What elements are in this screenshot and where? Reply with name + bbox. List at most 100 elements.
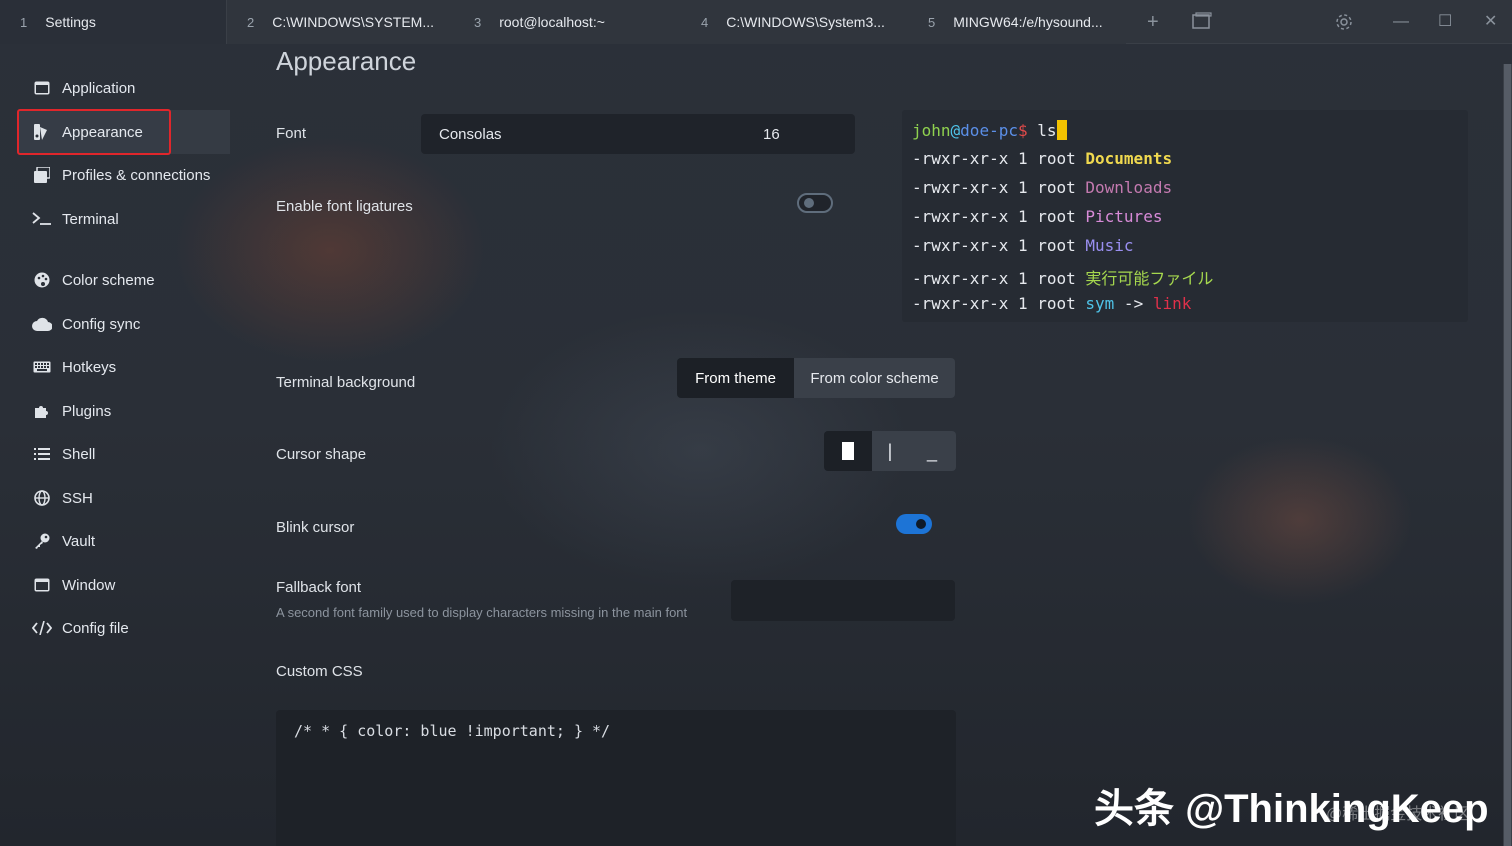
scrollbar-thumb[interactable] <box>1504 64 1511 846</box>
terminal-background-selector: From theme From color scheme <box>677 358 955 398</box>
perm-text: -rwxr-xr-x 1 root <box>912 294 1086 313</box>
terminal-icon <box>32 212 52 226</box>
sidebar-item-color-scheme[interactable]: Color scheme <box>18 258 230 302</box>
appearance-icon <box>32 124 52 140</box>
sidebar-item-appearance[interactable]: Appearance <box>17 109 171 155</box>
prompt-user: john <box>912 121 951 140</box>
cursor-underline-option[interactable]: _ <box>908 431 956 471</box>
tab-label: C:\WINDOWS\SYSTEM... <box>272 14 435 30</box>
new-tab-button[interactable]: + <box>1147 10 1159 34</box>
tab-terminal-5[interactable]: 5 MINGW64:/e/hysound... <box>908 0 1126 44</box>
sidebar-item-label: Hotkeys <box>62 358 117 376</box>
sidebar-item-label: Config sync <box>62 315 141 333</box>
sidebar-item-label: Vault <box>62 532 96 550</box>
perm-text: -rwxr-xr-x 1 root <box>912 149 1086 168</box>
tab-terminal-4[interactable]: 4 C:\WINDOWS\System3... <box>681 0 908 44</box>
sidebar-item-ssh[interactable]: SSH <box>18 476 230 520</box>
perm-text: -rwxr-xr-x 1 root <box>912 269 1086 288</box>
globe-icon <box>32 490 52 506</box>
sidebar-item-hotkeys[interactable]: Hotkeys <box>18 345 230 389</box>
sidebar-item-label: Plugins <box>62 402 112 420</box>
entry-name: Music <box>1085 236 1134 255</box>
prompt-at: @ <box>950 121 961 140</box>
font-size-value[interactable]: 16 <box>763 126 780 143</box>
terminal-cursor <box>1056 120 1067 140</box>
maximize-icon: ☐ <box>1438 13 1453 30</box>
sidebar-item-config-file[interactable]: Config file <box>18 606 230 650</box>
list-icon <box>32 447 52 461</box>
tab-settings[interactable]: 1 Settings <box>0 0 226 44</box>
tab-terminal-3[interactable]: 3 root@localhost:~ <box>454 0 681 44</box>
preview-line: -rwxr-xr-x 1 root Documents <box>912 149 1172 168</box>
settings-button[interactable] <box>1334 12 1354 38</box>
entry-name: Downloads <box>1085 178 1173 197</box>
cloud-icon <box>32 317 52 331</box>
preview-prompt-line: john@doe-pc$ ls <box>912 120 1067 140</box>
puzzle-icon <box>32 403 52 419</box>
preview-line: -rwxr-xr-x 1 root sym -> link <box>912 294 1191 313</box>
palette-icon <box>32 272 52 288</box>
symlink-target: link <box>1152 294 1192 313</box>
maximize-button[interactable]: ☐ <box>1438 10 1452 34</box>
cursor-block-option[interactable] <box>824 431 872 471</box>
minimize-icon: — <box>1393 13 1409 30</box>
font-input[interactable]: Consolas 16 <box>421 114 855 154</box>
close-button[interactable]: ✕ <box>1484 10 1497 34</box>
custom-css-label: Custom CSS <box>276 663 363 680</box>
sidebar-item-label: Terminal <box>62 210 119 228</box>
entry-name: Pictures <box>1085 207 1163 226</box>
perm-text: -rwxr-xr-x 1 root <box>912 207 1086 226</box>
sidebar-item-label: Application <box>62 79 136 97</box>
prompt-symbol: $ <box>1017 121 1028 140</box>
cursor-beam-option[interactable]: | <box>872 431 908 471</box>
watermark-sub: @稀土掘金技术社区 <box>1326 806 1471 823</box>
profiles-icon <box>32 167 52 183</box>
ligatures-toggle[interactable] <box>797 193 833 213</box>
font-family-value[interactable]: Consolas <box>439 126 502 143</box>
custom-css-editor[interactable]: /* * { color: blue !important; } */ <box>276 710 956 846</box>
sidebar-item-plugins[interactable]: Plugins <box>18 389 230 433</box>
split-button[interactable] <box>1192 12 1212 36</box>
minimize-button[interactable]: — <box>1393 10 1409 34</box>
fallback-font-description: A second font family used to display cha… <box>276 605 688 620</box>
tab-terminal-2[interactable]: 2 C:\WINDOWS\SYSTEM... <box>226 0 454 44</box>
sidebar-item-label: Shell <box>62 445 96 463</box>
key-icon <box>32 533 52 549</box>
tab-label: C:\WINDOWS\System3... <box>726 14 885 30</box>
blink-cursor-toggle[interactable] <box>896 514 932 534</box>
sidebar-item-vault[interactable]: Vault <box>18 519 230 563</box>
cursor-shape-selector: | _ <box>824 431 956 471</box>
ligatures-label: Enable font ligatures <box>276 198 413 215</box>
from-theme-option[interactable]: From theme <box>677 358 794 398</box>
perm-text: -rwxr-xr-x 1 root <box>912 178 1086 197</box>
tab-bar-empty <box>1126 0 1512 44</box>
terminal-background-label: Terminal background <box>276 374 416 391</box>
tab-number: 2 <box>247 14 255 30</box>
custom-css-text[interactable]: /* * { color: blue !important; } */ <box>294 722 610 740</box>
preview-line: -rwxr-xr-x 1 root Music <box>912 236 1134 255</box>
sidebar-item-window[interactable]: Window <box>18 563 230 607</box>
font-label: Font <box>276 125 307 142</box>
terminal-preview: john@doe-pc$ ls -rwxr-xr-x 1 root Docume… <box>902 110 1468 322</box>
tab-number: 4 <box>701 14 709 30</box>
window-icon <box>32 81 52 95</box>
sidebar-item-label: Appearance <box>62 123 143 141</box>
sidebar-item-shell[interactable]: Shell <box>18 432 230 476</box>
symlink-arrow: -> <box>1114 294 1153 313</box>
from-color-scheme-option[interactable]: From color scheme <box>794 358 955 398</box>
sidebar-item-profiles[interactable]: Profiles & connections <box>18 153 230 197</box>
sidebar-item-terminal[interactable]: Terminal <box>18 197 230 241</box>
tab-bar: 1 Settings 2 C:\WINDOWS\SYSTEM... 3 root… <box>0 0 1512 44</box>
scrollbar[interactable] <box>1503 64 1512 846</box>
toggle-knob <box>916 519 926 529</box>
tab-number: 1 <box>20 14 28 30</box>
split-icon <box>1192 12 1212 29</box>
plus-icon: + <box>1147 11 1159 33</box>
fallback-font-input[interactable] <box>731 580 955 621</box>
tab-label: Settings <box>45 14 96 30</box>
tab-label: MINGW64:/e/hysound... <box>953 14 1103 30</box>
sidebar-item-application[interactable]: Application <box>18 66 230 110</box>
perm-text: -rwxr-xr-x 1 root <box>912 236 1086 255</box>
sidebar-item-config-sync[interactable]: Config sync <box>18 302 230 346</box>
gear-icon <box>1336 14 1352 30</box>
